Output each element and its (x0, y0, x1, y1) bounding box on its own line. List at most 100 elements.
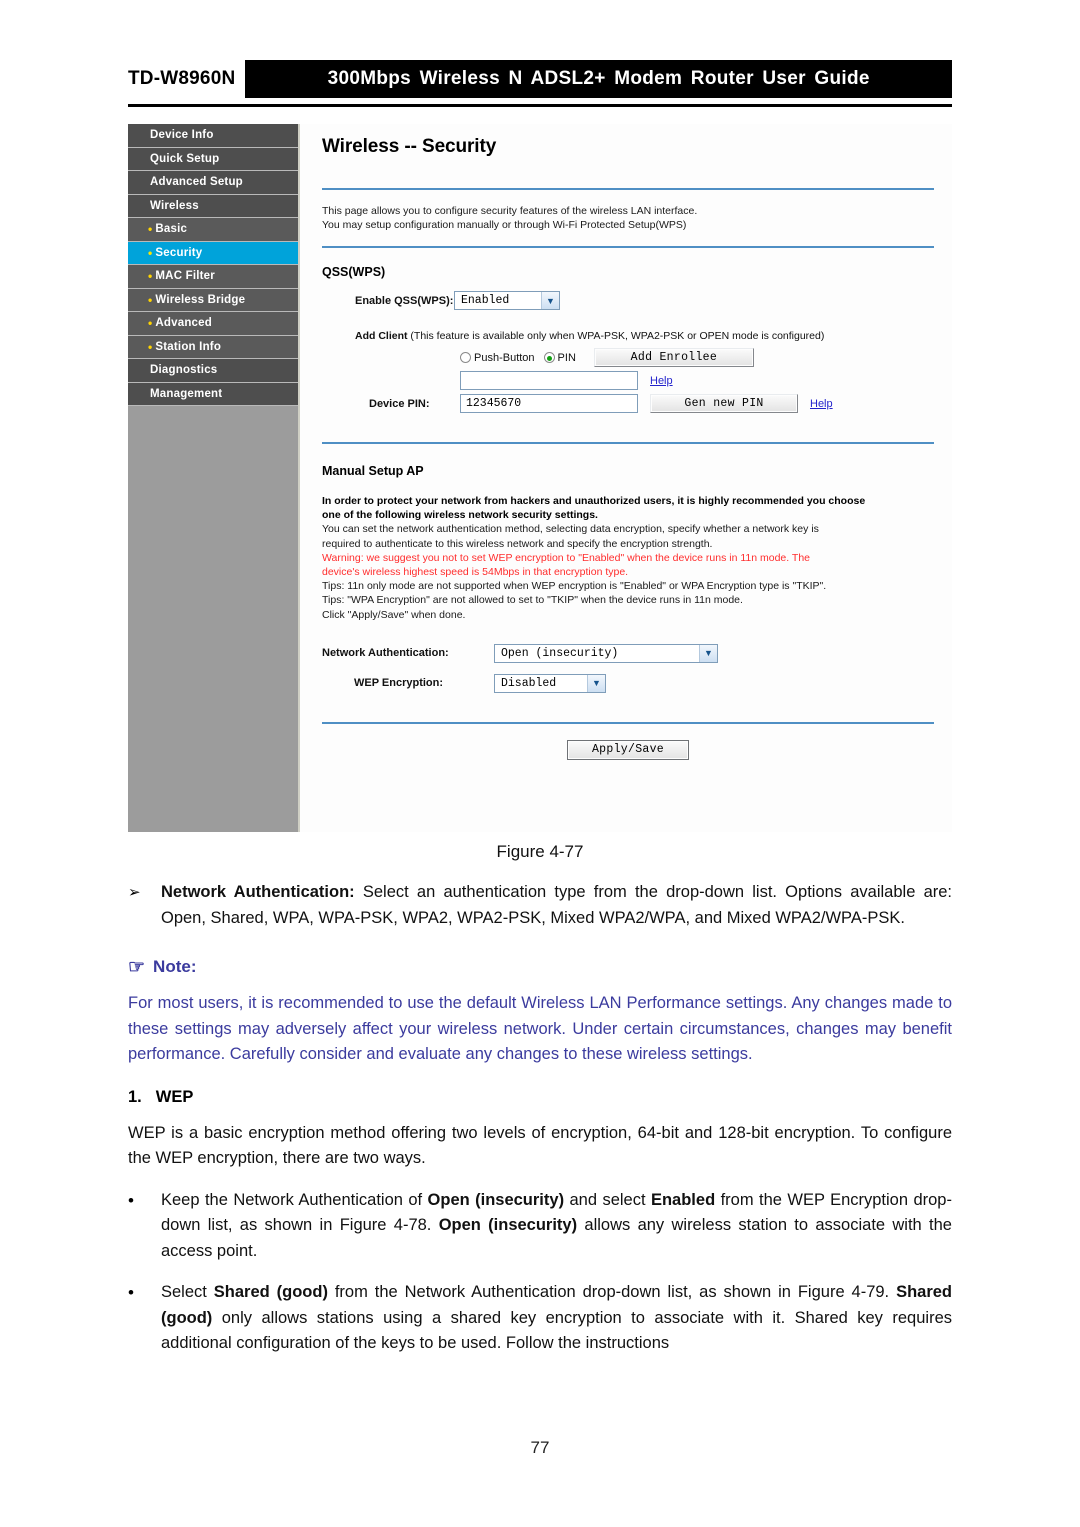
router-main-panel: Wireless -- Security This page allows yo… (300, 124, 952, 832)
manual-line-4: required to authenticate to this wireles… (322, 537, 713, 550)
bullet-icon: • (148, 269, 153, 284)
wep-section-heading: 1. WEP (128, 1088, 952, 1107)
apply-save-button[interactable]: Apply/Save (567, 739, 689, 760)
sidebar-item-management[interactable]: Management (128, 382, 298, 406)
document-body: ➢ Network Authentication: Select an auth… (128, 876, 952, 1357)
sidebar-item-label: Diagnostics (150, 364, 218, 377)
enable-qss-value: Enabled (461, 294, 510, 307)
bullet2-part3: only allows stations using a shared key … (161, 1308, 952, 1353)
network-authentication-value: Open (insecurity) (501, 646, 619, 660)
device-pin-input[interactable]: 12345670 (460, 394, 638, 413)
list-item: • Keep the Network Authentication of Ope… (128, 1188, 952, 1265)
push-button-radio[interactable]: Push-Button (460, 352, 535, 364)
sidebar-item-station-info[interactable]: • Station Info (128, 335, 298, 359)
sidebar-item-diagnostics[interactable]: Diagnostics (128, 359, 298, 383)
sidebar-item-label: Quick Setup (150, 152, 220, 165)
divider-before-apply (322, 721, 934, 724)
sidebar-item-advanced-setup[interactable]: Advanced Setup (128, 171, 298, 195)
net-auth-term: Network Authentication: (161, 883, 355, 901)
sidebar-nav-list: Device Info Quick Setup Advanced Setup Wire… (128, 124, 298, 406)
help-link-pin[interactable]: Help (650, 375, 673, 387)
manual-tip-line-1: Tips: 11n only mode are not supported wh… (322, 580, 827, 593)
add-client-note: Add Client (This feature is available on… (322, 330, 934, 342)
pin-label: PIN (557, 351, 576, 364)
device-pin-label: Device PIN: (369, 397, 430, 410)
list-item-text: Keep the Network Authentication of Open … (161, 1188, 952, 1265)
page-number: 77 (530, 1438, 550, 1457)
bullet1-bold1: Open (insecurity) (427, 1190, 565, 1209)
pin-input[interactable] (460, 371, 638, 390)
manual-setup-heading: Manual Setup AP (322, 464, 424, 478)
radio-icon-pin (543, 352, 555, 363)
sidebar-item-security[interactable]: • Security (128, 241, 298, 265)
net-auth-list-item: ➢ Network Authentication: Select an auth… (128, 880, 952, 931)
sidebar-item-wireless-bridge[interactable]: • Wireless Bridge (128, 288, 298, 312)
sidebar-item-advanced[interactable]: • Advanced (128, 312, 298, 336)
qss-section-heading: QSS(WPS) (322, 265, 386, 279)
sidebar-item-quick-setup[interactable]: Quick Setup (128, 147, 298, 171)
sidebar-item-wireless[interactable]: Wireless (128, 194, 298, 218)
enable-qss-select[interactable]: Enabled ▼ (454, 291, 560, 310)
sidebar-item-mac-filter[interactable]: • MAC Filter (128, 265, 298, 289)
radio-icon-push-button (460, 352, 471, 363)
sidebar-item-basic[interactable]: • Basic (128, 218, 298, 242)
page-description-line-2: You may setup configuration manually or … (322, 219, 687, 231)
add-client-bold: Add Client (355, 330, 408, 342)
hand-pointing-icon: ☞ (128, 956, 146, 978)
network-authentication-label: Network Authentication: (322, 647, 449, 660)
note-label: Note: (153, 957, 197, 976)
bullet2-part1: Select (161, 1283, 214, 1301)
manual-tip-line-2: Tips: "WPA Encryption" are not allowed t… (322, 594, 743, 607)
bullet1-bold3: Open (insecurity) (438, 1216, 578, 1234)
list-item-text: Select Shared (good) from the Network Au… (161, 1280, 952, 1357)
chevron-down-icon: ▼ (699, 644, 717, 662)
manual-bold-line-2: one of the following wireless network se… (322, 509, 598, 522)
wep-section-title: WEP (155, 1087, 194, 1106)
sidebar-item-device-info[interactable]: Device Info (128, 124, 298, 148)
gen-new-pin-button[interactable]: Gen new PIN (650, 394, 798, 413)
net-auth-list-text: Network Authentication: Select an authen… (161, 880, 952, 931)
push-button-label: Push-Button (474, 351, 535, 364)
sidebar-item-label: Wireless Bridge (155, 293, 246, 306)
bullet-icon: • (148, 316, 153, 331)
wep-encryption-value: Disabled (501, 676, 557, 690)
add-enrollee-button[interactable]: Add Enrollee (593, 348, 754, 367)
note-body: For most users, it is recommended to use… (128, 994, 952, 1063)
wep-section-paragraph: WEP is a basic encryption method offerin… (128, 1123, 952, 1168)
arrow-bullet-icon: ➢ (128, 884, 141, 901)
sidebar-item-label: Advanced (155, 317, 212, 330)
bullet-icon: • (148, 292, 153, 307)
add-client-rest: (This feature is available only when WPA… (407, 330, 825, 342)
bullet-icon: • (148, 222, 153, 237)
figure-caption: Figure 4-77 (496, 842, 584, 861)
sidebar-item-label: Wireless (150, 199, 199, 212)
bullet-icon: • (148, 245, 153, 260)
sidebar-item-label: Basic (155, 223, 188, 236)
dot-bullet-icon: • (128, 1190, 134, 1210)
bullet-icon: • (148, 339, 153, 354)
document-header: TD-W8960N 300Mbps Wireless N ADSL2+ Mode… (128, 60, 952, 98)
bullet1-part2: and select (564, 1190, 651, 1209)
list-item: • Select Shared (good) from the Network … (128, 1280, 952, 1357)
pin-radio[interactable]: PIN (543, 351, 576, 364)
network-authentication-select[interactable]: Open (insecurity) ▼ (494, 643, 718, 663)
sidebar-item-label: Security (155, 246, 203, 259)
wep-encryption-select[interactable]: Disabled ▼ (494, 673, 606, 693)
header-model-name: TD-W8960N (128, 60, 246, 98)
chevron-down-icon: ▼ (587, 674, 605, 692)
page-description: This page allows you to configure securi… (322, 190, 934, 246)
manual-setup-body: In order to protect your network from ha… (322, 494, 934, 622)
help-link-device-pin[interactable]: Help (810, 398, 833, 410)
enable-qss-label: Enable QSS(WPS): (355, 294, 454, 307)
page-description-line-1: This page allows you to configure securi… (322, 205, 698, 217)
note-heading: ☞ Note: (128, 957, 952, 977)
sidebar-item-label: Device Info (150, 129, 214, 142)
manual-warning-line-2: device's wireless highest speed is 54Mbp… (322, 566, 629, 579)
chevron-down-icon: ▼ (541, 292, 559, 309)
bullet2-part2: from the Network Authentication drop-dow… (327, 1283, 897, 1301)
bullet2-bold1: Shared (good) (213, 1283, 328, 1301)
sidebar-item-label: Station Info (155, 340, 222, 353)
router-ui-figure: Device Info Quick Setup Advanced Setup Wire… (128, 124, 952, 832)
sidebar-item-label: Advanced Setup (150, 176, 243, 189)
wep-encryption-label: WEP Encryption: (354, 677, 444, 690)
